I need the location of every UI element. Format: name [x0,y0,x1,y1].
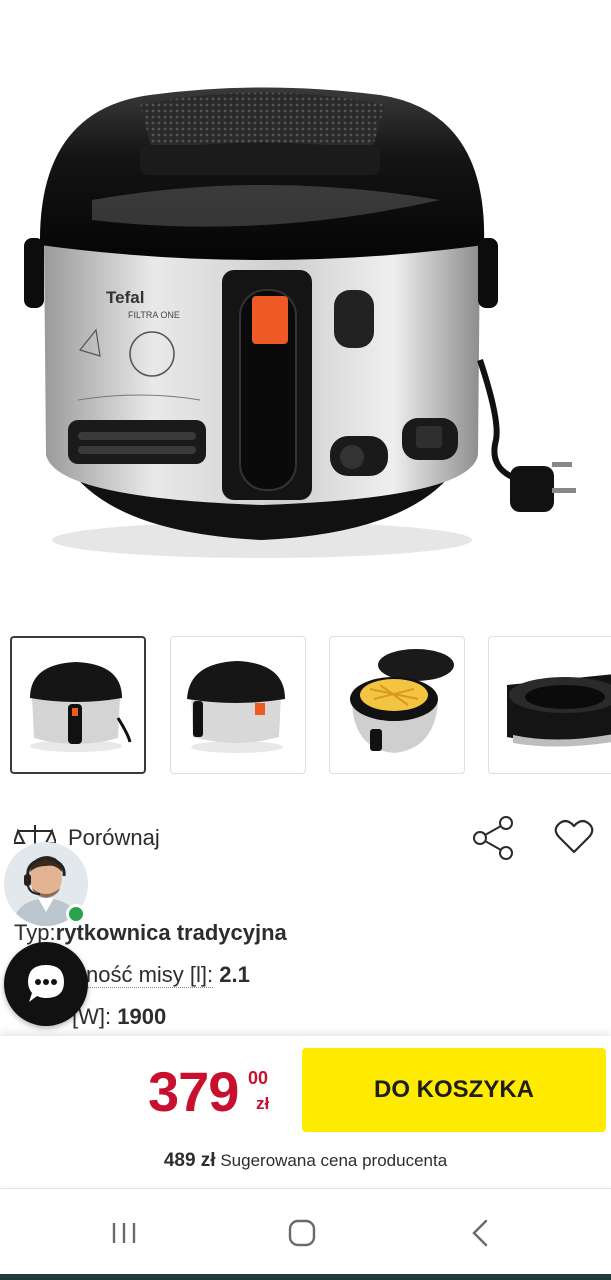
thumbnail-open-fries[interactable] [329,636,465,774]
add-to-cart-button[interactable]: DO KOSZYKA [302,1048,606,1132]
spec-type: Typ: rytkownica tradycyjna [14,912,574,954]
chat-bubble-icon [28,965,64,1002]
heart-icon [554,819,594,854]
recent-apps-button[interactable] [100,1209,150,1259]
home-icon [288,1219,316,1247]
spec-power: [W]: 1900 [14,996,574,1038]
back-button[interactable] [456,1209,506,1259]
price-currency: zł [256,1094,270,1113]
device-brand-text: Tefal [106,288,144,307]
spec-capacity-value: 2.1 [219,962,250,987]
product-specs: Typ: rytkownica tradycyjna ność misy [l]… [14,912,574,1038]
thumbnail-front[interactable] [10,636,146,774]
spec-capacity-label: ność misy [l]: [86,962,214,988]
spec-type-value: rytkownica tradycyjna [55,920,287,945]
thumbnail-basket[interactable] [488,636,611,774]
price-main: 379 [148,1060,239,1123]
share-icon [473,816,513,860]
favorite-button[interactable] [554,818,594,861]
spec-power-value: 1900 [117,1004,167,1029]
system-nav-bar [0,1188,611,1280]
thumbnail-strip[interactable] [0,636,611,778]
chat-button[interactable] [4,942,88,1026]
thumbnail-front-image [30,662,132,752]
product-main-image[interactable]: Tefal FILTRA ONE [0,0,611,610]
bottom-edge-strip [0,1274,611,1280]
price-cents: 00 [248,1068,269,1088]
fryer-illustration: Tefal FILTRA ONE [24,87,576,558]
suggested-price-label: Sugerowana cena producenta [220,1151,448,1170]
recent-apps-icon [112,1223,136,1243]
suggested-price: 489 zł Sugerowana cena producenta [0,1150,611,1172]
thumbnail-basket-image [507,674,611,747]
thumbnail-open-fries-image [350,649,454,753]
back-icon [472,1219,488,1247]
device-model-text: FILTRA ONE [128,310,180,320]
thumbnail-side-image [187,661,285,753]
compare-label: Porównaj [68,825,160,850]
suggested-price-value: 489 zł [163,1150,216,1171]
thumbnail-side[interactable] [170,636,306,774]
share-button[interactable] [470,815,516,866]
spec-capacity: ność misy [l]: 2.1 [14,954,574,996]
online-status-dot [66,904,86,924]
home-button[interactable] [278,1209,328,1259]
